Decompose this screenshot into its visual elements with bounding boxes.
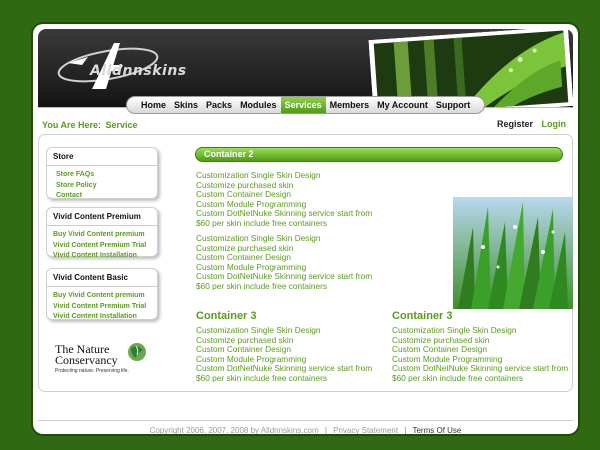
sidebar-link-buy-premium[interactable]: Buy Vivid Content premium (53, 230, 151, 241)
login-link[interactable]: Login (542, 119, 567, 129)
sidebar-box-vivid-premium: Vivid Content Premium Buy Vivid Content … (46, 207, 158, 259)
logo-text: Alldnnskins (90, 63, 187, 79)
container3-left-list: Customization Single Skin Design Customiz… (196, 325, 372, 384)
container3-right-list: Customization Single Skin Design Customiz… (392, 325, 568, 384)
service-line: $60 per skin include free containers (196, 217, 327, 228)
nav-item-home[interactable]: Home (137, 97, 170, 113)
breadcrumb-label: You Are Here: (42, 120, 102, 130)
nav-item-modules[interactable]: Modules (236, 97, 281, 113)
service-line: $60 per skin include free containers (196, 372, 327, 383)
container2-list-a: Customization Single Skin Design Customiz… (196, 170, 372, 229)
sidebar-link-premium-trial[interactable]: Vivid Content Premium Trial (53, 241, 151, 252)
container3-right-title: Container 3 (392, 310, 453, 322)
container2-title-bar: Container 2 (195, 147, 563, 162)
nav-item-services[interactable]: Services (280, 97, 326, 113)
nav-item-support[interactable]: Support (432, 97, 475, 113)
sidebar-link-premium-trial[interactable]: Vivid Content Premium Trial (53, 302, 151, 313)
sidebar-link-store-policy[interactable]: Store Policy (53, 181, 151, 192)
sidebar-box-store: Store Store FAQs Store Policy Contact (46, 147, 158, 199)
footer-copyright: Copyright 2006, 2007, 2008 by Alldnnskin… (149, 426, 319, 434)
nature-conservancy-logo[interactable]: The Nature Conservancy Protecting nature… (55, 342, 155, 382)
sidebar-link-contact[interactable]: Contact (53, 191, 151, 202)
nav-item-skins[interactable]: Skins (170, 97, 202, 113)
nature-conservancy-name: The Nature Conservancy (55, 342, 118, 367)
sidebar-link-store-faqs[interactable]: Store FAQs (53, 170, 151, 181)
sidebar-link-installation[interactable]: Vivid Content Installation (53, 251, 151, 262)
footer-privacy-link[interactable]: Privacy Statement (333, 426, 398, 434)
register-link[interactable]: Register (497, 119, 533, 129)
main-nav: Home Skins Packs Modules Services Members My A… (126, 96, 486, 114)
footer-separator: | (404, 426, 407, 434)
footer: Copyright 2006, 2007, 2008 by Alldnnskin… (33, 426, 578, 434)
footer-terms-link[interactable]: Terms Of Use (412, 426, 461, 434)
container2-list-b: Customization Single Skin Design Customiz… (196, 233, 372, 292)
breadcrumb: You Are Here: Service (40, 120, 138, 130)
sidebar-box-title: Vivid Content Premium (53, 212, 141, 221)
sidebar-box-vivid-basic: Vivid Content Basic Buy Vivid Content pr… (46, 268, 158, 320)
sidebar-link-installation[interactable]: Vivid Content Installation (53, 312, 151, 323)
nav-item-my-account[interactable]: My Account (373, 97, 432, 113)
footer-divider (38, 420, 573, 421)
main-nav-wrapper: Home Skins Packs Modules Services Members My A… (38, 94, 573, 114)
sidebar-link-buy-premium[interactable]: Buy Vivid Content premium (53, 291, 151, 302)
nature-conservancy-tagline: Protecting nature. Preserving life. (55, 368, 129, 374)
nav-item-members[interactable]: Members (326, 97, 374, 113)
nav-item-packs[interactable]: Packs (202, 97, 236, 113)
service-line: $60 per skin include free containers (196, 280, 327, 291)
grass-photo (453, 197, 573, 309)
sidebar-divider (47, 165, 157, 166)
page-frame: Alldnnskins Home Skins Packs Modules Service… (33, 24, 578, 434)
container3-left-title: Container 3 (196, 310, 257, 322)
sidebar-divider (47, 225, 157, 226)
sidebar-divider (47, 286, 157, 287)
breadcrumb-current[interactable]: Service (106, 120, 138, 130)
service-line: $60 per skin include free containers (392, 372, 523, 383)
sidebar-box-title: Store (53, 152, 74, 161)
footer-separator: | (324, 426, 327, 434)
sidebar-box-title: Vivid Content Basic (53, 273, 128, 282)
globe-leaf-icon (128, 343, 146, 361)
